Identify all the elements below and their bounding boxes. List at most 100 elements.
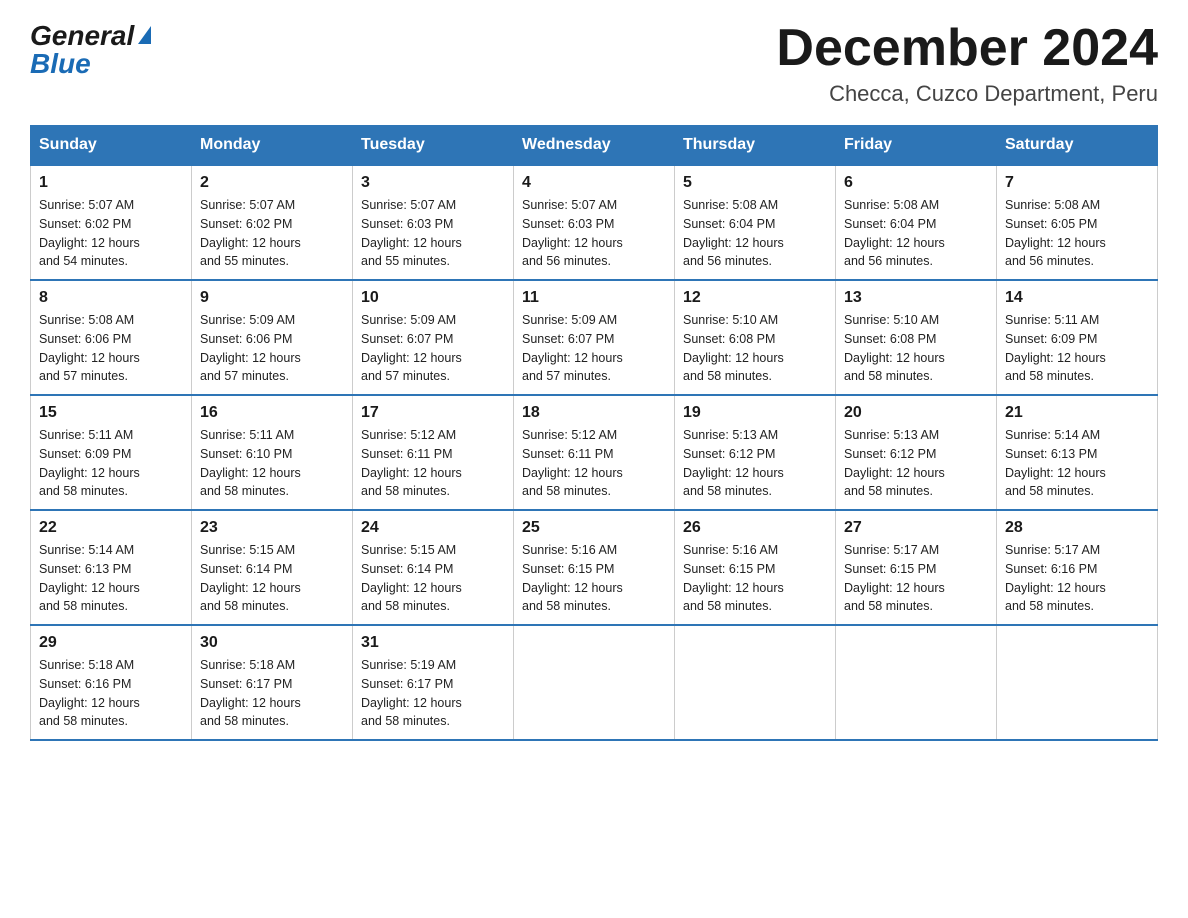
day-number: 28 (1005, 519, 1149, 537)
calendar-table: SundayMondayTuesdayWednesdayThursdayFrid… (30, 125, 1158, 741)
day-number: 19 (683, 404, 827, 422)
calendar-cell: 19 Sunrise: 5:13 AMSunset: 6:12 PMDayligh… (675, 395, 836, 510)
day-info: Sunrise: 5:07 AMSunset: 6:03 PMDaylight:… (361, 196, 505, 271)
day-number: 15 (39, 404, 183, 422)
day-number: 13 (844, 289, 988, 307)
calendar-cell: 28 Sunrise: 5:17 AMSunset: 6:16 PMDayligh… (997, 510, 1158, 625)
day-number: 4 (522, 174, 666, 192)
column-header-tuesday: Tuesday (353, 126, 514, 166)
column-header-saturday: Saturday (997, 126, 1158, 166)
calendar-cell (675, 625, 836, 740)
calendar-cell: 5 Sunrise: 5:08 AMSunset: 6:04 PMDaylight… (675, 165, 836, 280)
calendar-cell: 10 Sunrise: 5:09 AMSunset: 6:07 PMDayligh… (353, 280, 514, 395)
calendar-cell: 9 Sunrise: 5:09 AMSunset: 6:06 PMDaylight… (192, 280, 353, 395)
day-info: Sunrise: 5:09 AMSunset: 6:07 PMDaylight:… (522, 311, 666, 386)
calendar-cell: 1 Sunrise: 5:07 AMSunset: 6:02 PMDaylight… (31, 165, 192, 280)
calendar-cell: 15 Sunrise: 5:11 AMSunset: 6:09 PMDayligh… (31, 395, 192, 510)
calendar-cell: 18 Sunrise: 5:12 AMSunset: 6:11 PMDayligh… (514, 395, 675, 510)
day-info: Sunrise: 5:12 AMSunset: 6:11 PMDaylight:… (522, 426, 666, 501)
calendar-cell: 30 Sunrise: 5:18 AMSunset: 6:17 PMDayligh… (192, 625, 353, 740)
day-number: 1 (39, 174, 183, 192)
column-header-monday: Monday (192, 126, 353, 166)
calendar-cell: 2 Sunrise: 5:07 AMSunset: 6:02 PMDaylight… (192, 165, 353, 280)
day-info: Sunrise: 5:13 AMSunset: 6:12 PMDaylight:… (683, 426, 827, 501)
calendar-week-1: 1 Sunrise: 5:07 AMSunset: 6:02 PMDaylight… (31, 165, 1158, 280)
column-header-friday: Friday (836, 126, 997, 166)
calendar-week-5: 29Sunrise: 5:18 AMSunset: 6:16 PMDayligh… (31, 625, 1158, 740)
day-info: Sunrise: 5:18 AMSunset: 6:17 PMDaylight:… (200, 656, 344, 731)
page-header: General Blue December 2024 Checca, Cuzco… (30, 20, 1158, 107)
calendar-cell: 27 Sunrise: 5:17 AMSunset: 6:15 PMDayligh… (836, 510, 997, 625)
calendar-week-3: 15 Sunrise: 5:11 AMSunset: 6:09 PMDayligh… (31, 395, 1158, 510)
day-info: Sunrise: 5:07 AMSunset: 6:03 PMDaylight:… (522, 196, 666, 271)
calendar-cell: 7Sunrise: 5:08 AMSunset: 6:05 PMDaylight… (997, 165, 1158, 280)
calendar-cell (997, 625, 1158, 740)
day-number: 20 (844, 404, 988, 422)
day-number: 23 (200, 519, 344, 537)
day-number: 25 (522, 519, 666, 537)
day-number: 8 (39, 289, 183, 307)
calendar-cell (514, 625, 675, 740)
column-header-wednesday: Wednesday (514, 126, 675, 166)
logo-blue: Blue (30, 48, 91, 80)
calendar-cell: 29Sunrise: 5:18 AMSunset: 6:16 PMDayligh… (31, 625, 192, 740)
day-number: 9 (200, 289, 344, 307)
calendar-cell: 14Sunrise: 5:11 AMSunset: 6:09 PMDayligh… (997, 280, 1158, 395)
day-number: 12 (683, 289, 827, 307)
calendar-cell: 21Sunrise: 5:14 AMSunset: 6:13 PMDayligh… (997, 395, 1158, 510)
calendar-cell: 12Sunrise: 5:10 AMSunset: 6:08 PMDayligh… (675, 280, 836, 395)
day-number: 3 (361, 174, 505, 192)
day-info: Sunrise: 5:11 AMSunset: 6:09 PMDaylight:… (1005, 311, 1149, 386)
day-number: 11 (522, 289, 666, 307)
day-info: Sunrise: 5:11 AMSunset: 6:09 PMDaylight:… (39, 426, 183, 501)
day-info: Sunrise: 5:08 AMSunset: 6:04 PMDaylight:… (683, 196, 827, 271)
calendar-subtitle: Checca, Cuzco Department, Peru (776, 81, 1158, 107)
day-info: Sunrise: 5:07 AMSunset: 6:02 PMDaylight:… (200, 196, 344, 271)
calendar-cell: 24 Sunrise: 5:15 AMSunset: 6:14 PMDayligh… (353, 510, 514, 625)
calendar-cell: 3 Sunrise: 5:07 AMSunset: 6:03 PMDaylight… (353, 165, 514, 280)
day-info: Sunrise: 5:08 AMSunset: 6:04 PMDaylight:… (844, 196, 988, 271)
calendar-week-4: 22Sunrise: 5:14 AMSunset: 6:13 PMDayligh… (31, 510, 1158, 625)
day-number: 10 (361, 289, 505, 307)
day-number: 16 (200, 404, 344, 422)
day-info: Sunrise: 5:10 AMSunset: 6:08 PMDaylight:… (844, 311, 988, 386)
calendar-cell: 6 Sunrise: 5:08 AMSunset: 6:04 PMDaylight… (836, 165, 997, 280)
day-info: Sunrise: 5:14 AMSunset: 6:13 PMDaylight:… (39, 541, 183, 616)
day-info: Sunrise: 5:11 AMSunset: 6:10 PMDaylight:… (200, 426, 344, 501)
day-info: Sunrise: 5:09 AMSunset: 6:06 PMDaylight:… (200, 311, 344, 386)
calendar-week-2: 8 Sunrise: 5:08 AMSunset: 6:06 PMDaylight… (31, 280, 1158, 395)
day-info: Sunrise: 5:16 AMSunset: 6:15 PMDaylight:… (683, 541, 827, 616)
logo: General Blue (30, 20, 151, 80)
day-number: 2 (200, 174, 344, 192)
calendar-cell: 22Sunrise: 5:14 AMSunset: 6:13 PMDayligh… (31, 510, 192, 625)
column-header-thursday: Thursday (675, 126, 836, 166)
calendar-cell: 11 Sunrise: 5:09 AMSunset: 6:07 PMDayligh… (514, 280, 675, 395)
day-info: Sunrise: 5:15 AMSunset: 6:14 PMDaylight:… (200, 541, 344, 616)
day-number: 24 (361, 519, 505, 537)
calendar-cell: 8 Sunrise: 5:08 AMSunset: 6:06 PMDaylight… (31, 280, 192, 395)
column-header-sunday: Sunday (31, 126, 192, 166)
day-number: 17 (361, 404, 505, 422)
day-number: 18 (522, 404, 666, 422)
calendar-cell: 17Sunrise: 5:12 AMSunset: 6:11 PMDayligh… (353, 395, 514, 510)
calendar-cell (836, 625, 997, 740)
calendar-cell: 20Sunrise: 5:13 AMSunset: 6:12 PMDayligh… (836, 395, 997, 510)
day-info: Sunrise: 5:15 AMSunset: 6:14 PMDaylight:… (361, 541, 505, 616)
day-info: Sunrise: 5:07 AMSunset: 6:02 PMDaylight:… (39, 196, 183, 271)
day-number: 6 (844, 174, 988, 192)
day-number: 29 (39, 634, 183, 652)
day-info: Sunrise: 5:14 AMSunset: 6:13 PMDaylight:… (1005, 426, 1149, 501)
day-info: Sunrise: 5:19 AMSunset: 6:17 PMDaylight:… (361, 656, 505, 731)
day-info: Sunrise: 5:17 AMSunset: 6:16 PMDaylight:… (1005, 541, 1149, 616)
calendar-cell: 31Sunrise: 5:19 AMSunset: 6:17 PMDayligh… (353, 625, 514, 740)
calendar-cell: 13 Sunrise: 5:10 AMSunset: 6:08 PMDayligh… (836, 280, 997, 395)
day-number: 5 (683, 174, 827, 192)
day-number: 27 (844, 519, 988, 537)
day-info: Sunrise: 5:16 AMSunset: 6:15 PMDaylight:… (522, 541, 666, 616)
calendar-cell: 23 Sunrise: 5:15 AMSunset: 6:14 PMDayligh… (192, 510, 353, 625)
calendar-cell: 4 Sunrise: 5:07 AMSunset: 6:03 PMDaylight… (514, 165, 675, 280)
day-info: Sunrise: 5:17 AMSunset: 6:15 PMDaylight:… (844, 541, 988, 616)
day-info: Sunrise: 5:09 AMSunset: 6:07 PMDaylight:… (361, 311, 505, 386)
day-number: 30 (200, 634, 344, 652)
day-info: Sunrise: 5:08 AMSunset: 6:06 PMDaylight:… (39, 311, 183, 386)
